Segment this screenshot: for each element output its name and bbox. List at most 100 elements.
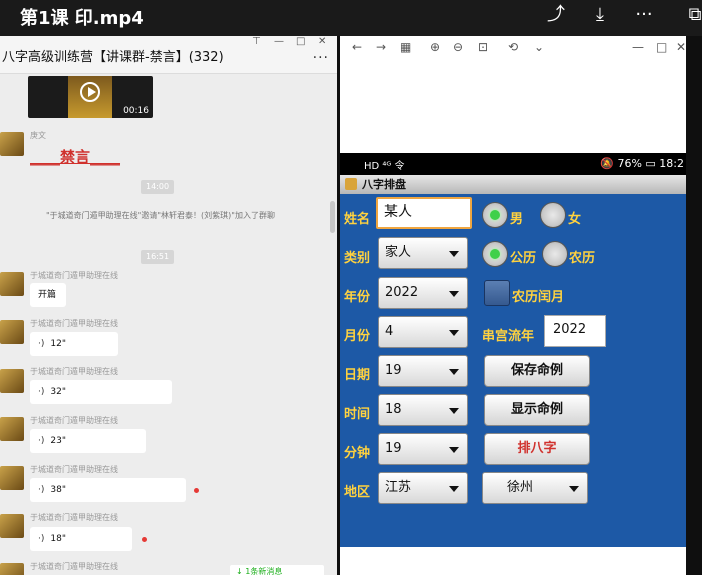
day-value: 19 [385,363,402,378]
chat-header: 八字高级训练营【讲课群-禁言】(332) ⊤ — □ ✕ ··· [0,36,337,74]
province-select[interactable]: 江苏 [378,472,468,504]
viewer-bottom [340,547,686,575]
hour-value: 18 [385,402,402,417]
region-label: 地区 [344,485,371,500]
avatar[interactable] [0,563,24,575]
avatar[interactable] [0,466,24,490]
female-label: 女 [568,212,582,227]
flow-year-label: 串宫流年 [482,329,535,344]
zoom-in-icon[interactable]: ⊕ [430,40,440,54]
chevron-down-icon[interactable]: ⌄ [534,40,544,54]
avatar[interactable] [0,320,24,344]
paipan-button[interactable]: 排八字 [484,433,590,465]
new-messages-button[interactable]: ↓ 1条新消息 [230,565,324,575]
voice-duration: 12" [50,339,66,349]
hour-select[interactable]: 18 [378,394,468,426]
female-radio[interactable] [540,202,566,228]
voice-message[interactable]: ·) 12" [30,332,118,356]
share-icon[interactable]: ⤴ [545,4,567,26]
minute-select[interactable]: 19 [378,433,468,465]
video-message[interactable]: 00:16 [28,76,153,118]
voice-icon: ·) [38,339,45,349]
close-icon[interactable]: ✕ [318,36,326,47]
voice-message[interactable]: ·) 38" [30,478,186,502]
save-case-button[interactable]: 保存命例 [484,355,590,387]
maximize-icon[interactable]: □ [656,40,667,54]
sender-name: 于城道奇门遁甲助理在线 [30,416,118,425]
video-duration: 00:16 [123,106,149,116]
voice-duration: 32" [50,387,66,397]
download-icon[interactable]: ⤓ [589,4,611,26]
timestamp: 14:00 [141,180,175,194]
day-select[interactable]: 19 [378,355,468,387]
sender-name: 于城道奇门遁甲助理在线 [30,271,118,280]
right-edge [686,36,702,575]
chevron-down-icon [569,486,579,492]
minimize-icon[interactable]: — [632,40,644,54]
year-value: 2022 [385,285,419,300]
voice-message[interactable]: ·) 23" [30,429,146,453]
leap-month-checkbox[interactable] [484,280,510,306]
month-value: 4 [385,324,394,339]
forward-icon[interactable]: → [376,40,386,54]
sender-name: 于城道奇门遁甲助理在线 [30,367,118,376]
city-value: 徐州 [507,480,534,495]
rotate-icon[interactable]: ⟲ [508,40,518,54]
avatar[interactable] [0,417,24,441]
fit-icon[interactable]: ⊡ [478,40,488,54]
grid-icon[interactable]: ▦ [400,40,411,54]
year-select[interactable]: 2022 [378,277,468,309]
category-select[interactable]: 家人 [378,237,468,269]
chat-title: 八字高级训练营【讲课群-禁言】(332) [2,50,224,65]
scrollbar[interactable] [330,201,335,233]
avatar[interactable] [0,272,24,296]
viewer-toolbar: ← → ▦ ⊕ ⊖ ⊡ ⟲ ⌄ — □ ✕ [340,36,686,60]
voice-icon: ·) [38,387,45,397]
system-message: "于城道奇门遁甲助理在线"邀请"林轩君泰！(刘紫琪)"加入了群聊 [46,211,275,220]
voice-message[interactable]: ·) 32" [30,380,172,404]
chat-more-icon[interactable]: ··· [313,50,329,66]
name-input[interactable]: 某人 [376,197,472,229]
lunar-radio[interactable] [542,241,568,267]
sender-name: 庚文 [30,131,46,140]
solar-label: 公历 [510,251,537,266]
image-viewer: ← → ▦ ⊕ ⊖ ⊡ ⟲ ⌄ — □ ✕ HD ⁴ᴳ 令 🔕 76% ▭ 18… [340,36,686,575]
minute-value: 19 [385,441,402,456]
avatar[interactable] [0,132,24,156]
lunar-label: 农历 [569,251,596,266]
pin-icon[interactable]: ⊤ [252,36,261,47]
male-radio[interactable] [482,202,508,228]
avatar[interactable] [0,514,24,538]
month-select[interactable]: 4 [378,316,468,348]
avatar[interactable] [0,369,24,393]
video-title-bar: 第1课 印.mp4 ⤴ ⤓ ··· ⧉ [0,0,702,36]
open-external-icon[interactable]: ⧉ [684,4,702,26]
app-icon [345,178,357,190]
hour-label: 时间 [344,407,371,422]
phone-screenshot: HD ⁴ᴳ 令 🔕 76% ▭ 18:2 八字排盘 姓名 某人 男 女 类别 家… [340,153,686,547]
close-icon[interactable]: ✕ [676,40,686,54]
sender-name: 于城道奇门遁甲助理在线 [30,465,118,474]
voice-duration: 23" [50,436,66,446]
voice-icon: ·) [38,534,45,544]
voice-message[interactable]: ·) 18" [30,527,132,551]
more-icon[interactable]: ··· [633,4,655,26]
show-case-button[interactable]: 显示命例 [484,394,590,426]
zoom-out-icon[interactable]: ⊖ [453,40,463,54]
text-message[interactable]: 开篇 [30,283,66,307]
sender-name: 于城道奇门遁甲助理在线 [30,562,118,571]
play-icon[interactable] [80,82,100,102]
solar-radio[interactable] [482,241,508,267]
unread-dot [142,537,147,542]
chevron-down-icon [449,251,459,257]
maximize-icon[interactable]: □ [296,36,305,47]
minimize-icon[interactable]: — [274,36,284,47]
city-select[interactable]: 徐州 [482,472,588,504]
category-label: 类别 [344,251,371,266]
back-icon[interactable]: ← [352,40,362,54]
signal-status: HD ⁴ᴳ 令 [364,161,405,172]
chevron-down-icon [449,369,459,375]
chevron-down-icon [449,408,459,414]
flow-year-input[interactable]: 2022 [544,315,606,347]
chat-window: 八字高级训练营【讲课群-禁言】(332) ⊤ — □ ✕ ··· 00:16 庚… [0,36,337,575]
